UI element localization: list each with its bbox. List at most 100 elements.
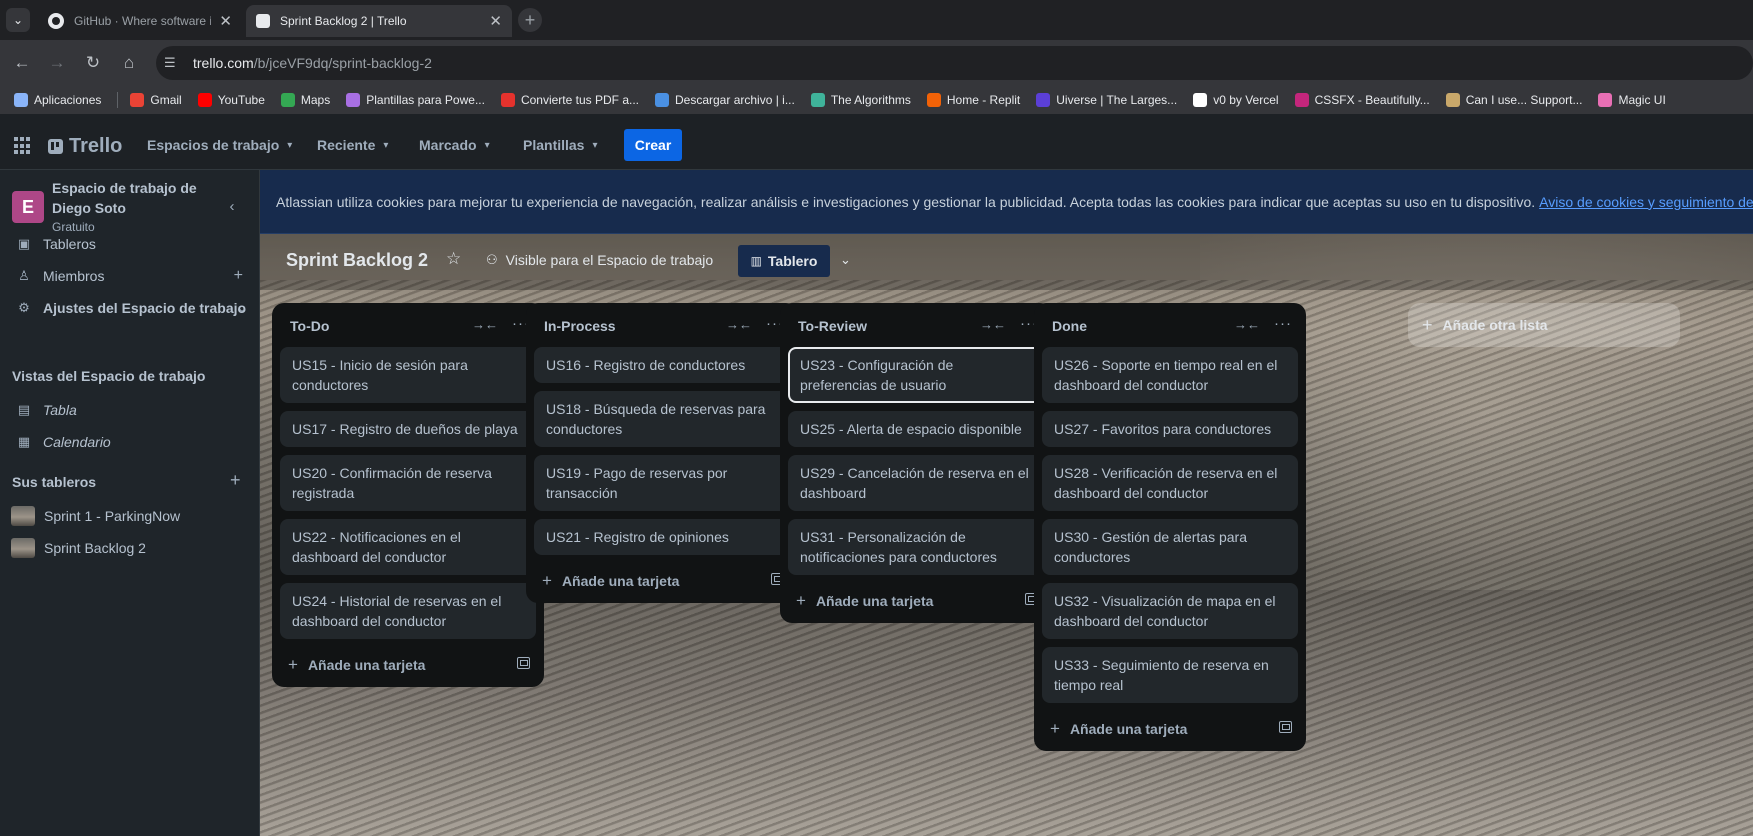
back-icon[interactable]: ← — [11, 52, 33, 74]
bookmark-item[interactable]: Uiverse | The Larges... — [1036, 93, 1177, 107]
list-title[interactable]: Done — [1052, 318, 1087, 334]
bookmark-label: v0 by Vercel — [1213, 93, 1279, 107]
bookmark-item[interactable]: Aplicaciones — [14, 93, 101, 107]
card[interactable]: US30 - Gestión de alertas para conductor… — [1042, 519, 1298, 575]
card-template-icon[interactable] — [517, 657, 530, 669]
bookmark-label: Gmail — [150, 93, 182, 107]
sidebar-item-calendar[interactable]: ▦ Calendario — [0, 426, 259, 458]
reload-icon[interactable]: ↻ — [82, 52, 104, 74]
close-tab-icon[interactable]: ✕ — [219, 12, 232, 30]
cookie-policy-link[interactable]: Aviso de cookies y seguimiento de Atlass… — [1539, 194, 1753, 210]
chevron-down-icon[interactable]: ⌄ — [840, 252, 851, 268]
trello-icon — [256, 14, 270, 28]
menu-starred[interactable]: Marcado ▾ — [419, 137, 490, 153]
add-card-button[interactable]: + Añade una tarjeta — [542, 571, 679, 591]
site-settings-icon[interactable]: ☰ — [164, 55, 180, 71]
card[interactable]: US15 - Inicio de sesión para conductores — [280, 347, 536, 403]
sidebar-item-label: Sprint 1 - ParkingNow — [44, 508, 181, 524]
table-icon: ▤ — [17, 402, 31, 417]
sidebar-item-table[interactable]: ▤ Tabla — [0, 394, 259, 426]
card[interactable]: US22 - Notificaciones en el dashboard de… — [280, 519, 536, 575]
bookmark-item[interactable]: Plantillas para Powe... — [346, 93, 485, 107]
bookmark-item[interactable]: YouTube — [197, 93, 265, 107]
card[interactable]: US18 - Búsqueda de reservas para conduct… — [534, 391, 790, 447]
bookmark-item[interactable]: Home - Replit — [926, 93, 1020, 107]
collapse-list-icon[interactable]: →← — [1234, 317, 1260, 332]
card[interactable]: US26 - Soporte en tiempo real en el dash… — [1042, 347, 1298, 403]
people-icon: ⚇ — [486, 252, 498, 267]
add-list-button[interactable]: + Añade otra lista — [1408, 303, 1680, 347]
bookmark-item[interactable]: Gmail — [130, 93, 182, 107]
add-card-button[interactable]: + Añade una tarjeta — [796, 591, 933, 611]
card[interactable]: US25 - Alerta de espacio disponible — [788, 411, 1044, 447]
card[interactable]: US27 - Favoritos para conductores — [1042, 411, 1298, 447]
card[interactable]: US20 - Confirmación de reserva registrad… — [280, 455, 536, 511]
bookmark-item[interactable]: Descargar archivo | i... — [655, 93, 795, 107]
collapse-list-icon[interactable]: →← — [726, 317, 752, 332]
list-title[interactable]: To-Do — [290, 318, 329, 334]
menu-workspaces[interactable]: Espacios de trabajo ▾ — [147, 137, 292, 153]
board-title[interactable]: Sprint Backlog 2 — [286, 250, 428, 271]
bookmark-item[interactable]: v0 by Vercel — [1193, 93, 1279, 107]
card[interactable]: US16 - Registro de conductores — [534, 347, 790, 383]
bookmark-item[interactable]: Maps — [280, 93, 330, 107]
list-title[interactable]: To-Review — [798, 318, 867, 334]
bookmark-item[interactable]: Can I use... Support... — [1445, 93, 1582, 107]
workspace-name[interactable]: Espacio de trabajo de Diego Soto — [52, 178, 202, 218]
list-footer: + Añade una tarjeta — [526, 563, 798, 603]
sidebar-item-settings[interactable]: ⚙ Ajustes del Espacio de trabajo ⌄ — [0, 292, 259, 324]
sidebar-board-sprint1[interactable]: Sprint 1 - ParkingNow — [0, 500, 259, 532]
card[interactable]: US29 - Cancelación de reserva en el dash… — [788, 455, 1044, 511]
sidebar-board-sprint-backlog-2[interactable]: Sprint Backlog 2 — [0, 532, 259, 564]
add-member-icon[interactable]: + — [234, 267, 243, 285]
menu-templates[interactable]: Plantillas ▾ — [523, 137, 598, 153]
forward-icon[interactable]: → — [46, 52, 68, 74]
create-button[interactable]: Crear — [624, 129, 682, 161]
board-header: Sprint Backlog 2 ☆ ⚇ Visible para el Espa… — [260, 234, 1753, 290]
browser-tab-trello[interactable]: Sprint Backlog 2 | Trello ✕ — [246, 5, 512, 37]
card[interactable]: US17 - Registro de dueños de playa — [280, 411, 536, 447]
card[interactable]: US24 - Historial de reservas en el dashb… — [280, 583, 536, 639]
sidebar-item-members[interactable]: ♙ Miembros + — [0, 260, 259, 292]
card-template-icon[interactable] — [1279, 721, 1292, 733]
collapse-list-icon[interactable]: →← — [980, 317, 1006, 332]
trello-logo[interactable]: Trello — [48, 135, 122, 158]
calendar-icon: ▦ — [17, 434, 31, 449]
collapse-sidebar-icon[interactable]: ‹ — [220, 194, 244, 218]
bookmark-label: Uiverse | The Larges... — [1056, 93, 1178, 107]
board-view-button[interactable]: ▥ Tablero — [738, 245, 830, 277]
workspace-avatar[interactable]: E — [12, 191, 44, 223]
bookmark-item[interactable]: CSSFX - Beautifully... — [1294, 93, 1430, 107]
menu-recent[interactable]: Reciente ▾ — [317, 137, 388, 153]
close-tab-icon[interactable]: ✕ — [489, 12, 502, 30]
star-icon[interactable]: ☆ — [446, 249, 461, 269]
more-options-icon[interactable]: ··· — [1274, 315, 1292, 332]
add-card-button[interactable]: + Añade una tarjeta — [288, 655, 425, 675]
chevron-down-icon[interactable]: ⌄ — [237, 301, 247, 315]
sidebar-item-boards[interactable]: ▣ Tableros — [0, 228, 259, 260]
bookmark-item[interactable]: Convierte tus PDF a... — [500, 93, 639, 107]
tab-title: GitHub · Where software is built — [74, 14, 212, 28]
card[interactable]: US31 - Personalización de notificaciones… — [788, 519, 1044, 575]
card[interactable]: US21 - Registro de opiniones — [534, 519, 790, 555]
add-board-icon[interactable]: + — [230, 470, 241, 491]
card[interactable]: US28 - Verificación de reserva en el das… — [1042, 455, 1298, 511]
heart-icon — [500, 93, 515, 107]
card[interactable]: US23 - Configuración de preferencias de … — [788, 347, 1044, 403]
card[interactable]: US32 - Visualización de mapa en el dashb… — [1042, 583, 1298, 639]
app-switcher-icon[interactable] — [14, 137, 32, 155]
tab-search-icon[interactable]: ⌄ — [6, 8, 30, 32]
visibility-button[interactable]: ⚇ Visible para el Espacio de trabajo — [486, 252, 713, 268]
browser-tab-github[interactable]: GitHub · Where software is built ✕ — [38, 5, 242, 37]
card[interactable]: US19 - Pago de reservas por transacción — [534, 455, 790, 511]
list-title[interactable]: In-Process — [544, 318, 616, 334]
collapse-list-icon[interactable]: →← — [472, 317, 498, 332]
new-tab-icon[interactable]: + — [518, 8, 542, 32]
add-card-button[interactable]: + Añade una tarjeta — [1050, 719, 1187, 739]
bookmark-item[interactable]: The Algorithms — [810, 93, 911, 107]
address-bar[interactable]: ☰ trello.com/b/jceVF9dq/sprint-backlog-2 — [156, 46, 1753, 80]
board-view-icon: ▥ — [750, 254, 762, 268]
bookmark-item[interactable]: Magic UI — [1598, 93, 1666, 107]
home-icon[interactable]: ⌂ — [118, 52, 140, 74]
card[interactable]: US33 - Seguimiento de reserva en tiempo … — [1042, 647, 1298, 703]
